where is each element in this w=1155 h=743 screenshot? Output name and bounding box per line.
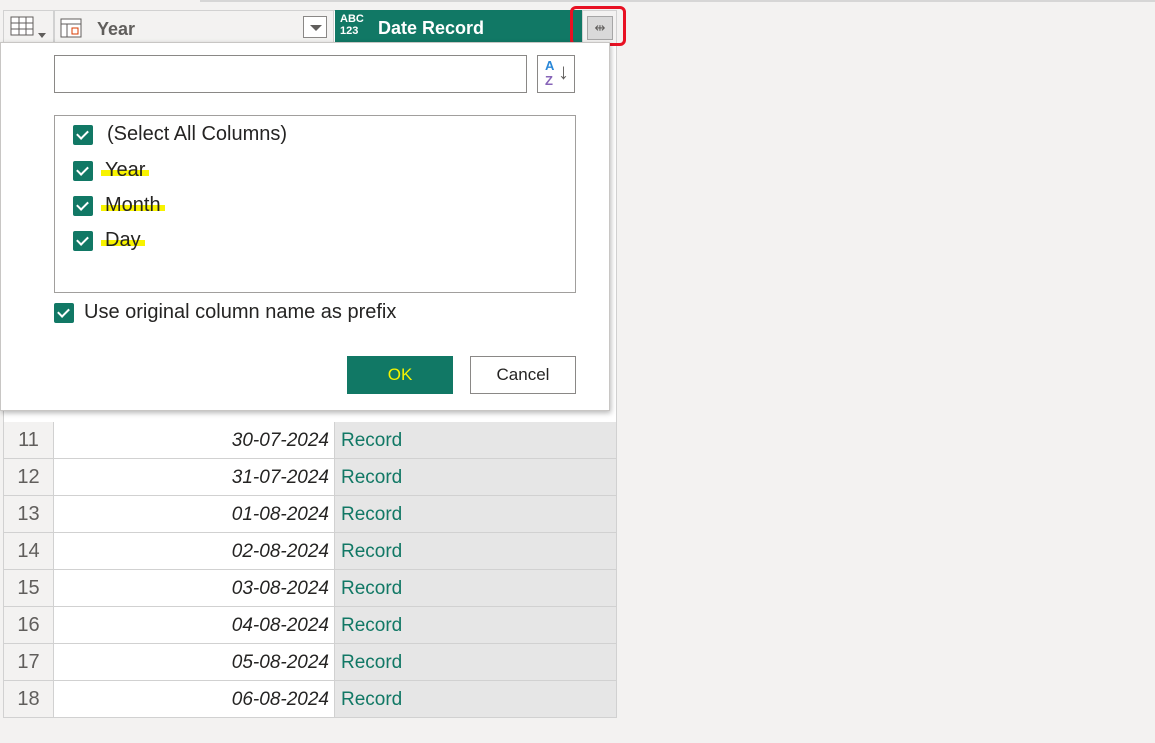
year-option-label: Year xyxy=(101,159,150,181)
month-option-label: Month xyxy=(101,194,165,216)
sort-a-glyph: A xyxy=(545,58,555,73)
table-row: 18 06-08-2024 Record xyxy=(3,681,617,718)
record-link-cell[interactable]: Record xyxy=(335,607,617,644)
cancel-button[interactable]: Cancel xyxy=(470,356,576,394)
year-cell: 02-08-2024 xyxy=(54,533,335,570)
sort-arrow-icon: ↓ xyxy=(558,59,569,84)
record-link-cell[interactable]: Record xyxy=(335,459,617,496)
search-input[interactable] xyxy=(54,55,527,93)
record-link-cell[interactable]: Record xyxy=(335,644,617,681)
year-cell: 31-07-2024 xyxy=(54,459,335,496)
table-row: 13 01-08-2024 Record xyxy=(3,496,617,533)
year-header-label: Year xyxy=(97,19,136,39)
year-filter-dropdown[interactable] xyxy=(303,16,327,38)
row-number-cell: 17 xyxy=(3,644,54,681)
table-row: 14 02-08-2024 Record xyxy=(3,533,617,570)
year-cell: 30-07-2024 xyxy=(54,422,335,459)
row-number-cell: 16 xyxy=(3,607,54,644)
year-cell: 04-08-2024 xyxy=(54,607,335,644)
sort-az-button[interactable]: A Z ↓ xyxy=(537,55,575,93)
prefix-label: Use original column name as prefix xyxy=(84,301,397,323)
year-cell: 06-08-2024 xyxy=(54,681,335,718)
year-cell: 03-08-2024 xyxy=(54,570,335,607)
year-cell: 05-08-2024 xyxy=(54,644,335,681)
row-number-cell: 14 xyxy=(3,533,54,570)
date-record-header-label: Date Record xyxy=(378,18,485,38)
table-row: 15 03-08-2024 Record xyxy=(3,570,617,607)
table-row: 12 31-07-2024 Record xyxy=(3,459,617,496)
row-number-cell: 18 xyxy=(3,681,54,718)
row-number-cell: 15 xyxy=(3,570,54,607)
column-list: (Select All Columns) Year Month Day xyxy=(54,115,576,293)
year-column-header[interactable]: Year xyxy=(54,10,334,44)
table-row: 17 05-08-2024 Record xyxy=(3,644,617,681)
expand-column-dropdown: A Z ↓ (Select All Columns) Year Month Da… xyxy=(0,42,610,411)
year-checkbox[interactable] xyxy=(73,161,93,181)
row-number-cell: 11 xyxy=(3,422,54,459)
select-all-label: (Select All Columns) xyxy=(107,123,288,145)
day-checkbox[interactable] xyxy=(73,231,93,251)
record-link-cell[interactable]: Record xyxy=(335,533,617,570)
record-link-cell[interactable]: Record xyxy=(335,496,617,533)
row-number-cell: 12 xyxy=(3,459,54,496)
sort-z-glyph: Z xyxy=(545,73,553,88)
record-link-cell[interactable]: Record xyxy=(335,570,617,607)
year-cell: 01-08-2024 xyxy=(54,496,335,533)
table-icon xyxy=(10,16,46,38)
select-all-checkbox[interactable] xyxy=(73,125,93,145)
top-divider xyxy=(200,0,1155,2)
table-row: 16 04-08-2024 Record xyxy=(3,607,617,644)
date-record-column-header[interactable]: ABC 123 Date Record xyxy=(335,10,582,44)
record-link-cell[interactable]: Record xyxy=(335,681,617,718)
day-option-label: Day xyxy=(101,229,145,251)
month-checkbox[interactable] xyxy=(73,196,93,216)
ok-button[interactable]: OK xyxy=(347,356,453,394)
table-row: 11 30-07-2024 Record xyxy=(3,422,617,459)
record-link-cell[interactable]: Record xyxy=(335,422,617,459)
row-number-cell: 13 xyxy=(3,496,54,533)
table-menu-button[interactable] xyxy=(3,10,54,44)
calendar-icon xyxy=(60,18,82,38)
any-type-icon: ABC 123 xyxy=(340,13,364,37)
prefix-checkbox[interactable] xyxy=(54,303,74,323)
annotation-highlight-box xyxy=(570,6,626,46)
